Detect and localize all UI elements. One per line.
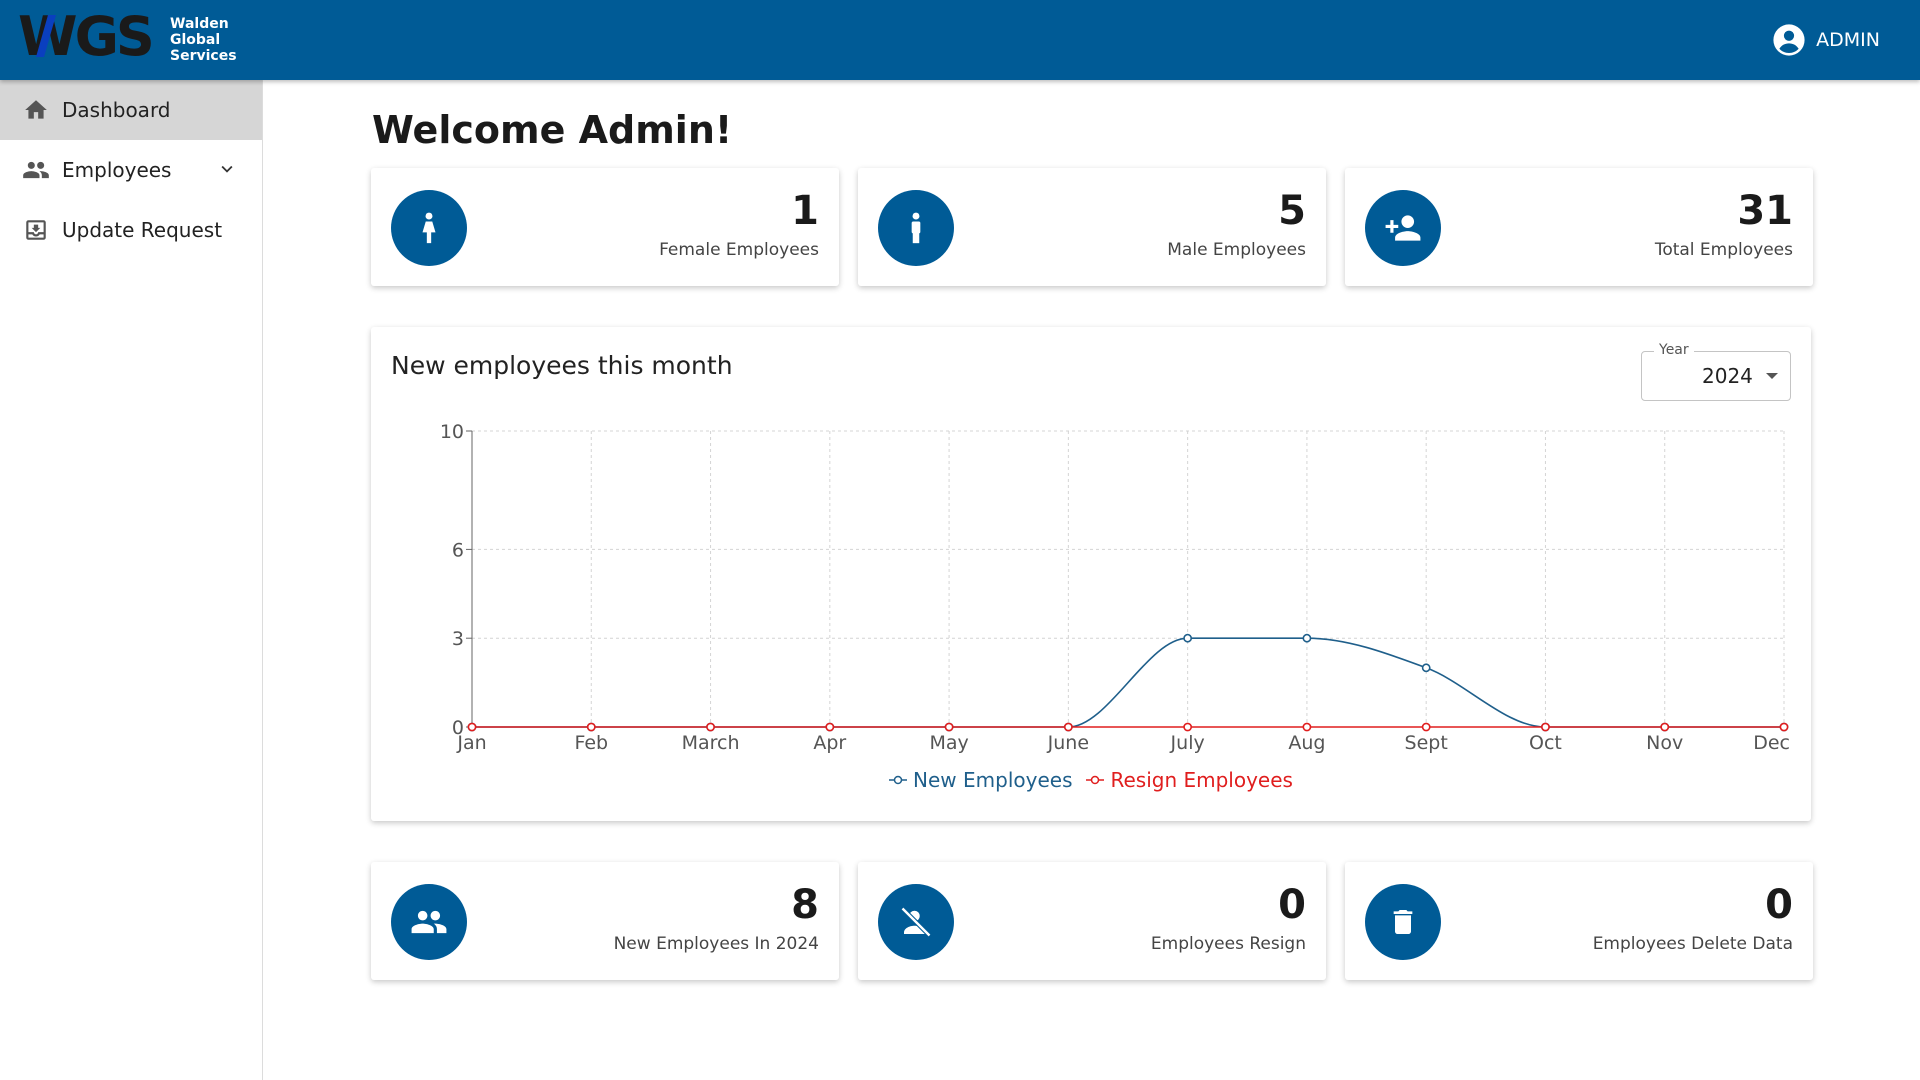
data-point: [1183, 633, 1193, 643]
stat-card-delete: 0 Employees Delete Data: [1345, 862, 1813, 980]
sidebar-item-label: Dashboard: [62, 98, 171, 122]
x-tick-label: Feb: [574, 732, 608, 754]
stat-value: 31: [1737, 188, 1793, 234]
x-tick-label: June: [1047, 732, 1089, 754]
x-tick-label: Aug: [1288, 732, 1325, 754]
data-point: [1421, 663, 1431, 673]
sidebar: Dashboard Employees Update Request: [0, 80, 263, 1080]
legend-label: New Employees: [913, 768, 1073, 792]
data-point: [1302, 722, 1312, 732]
logo-sub-line: Walden: [170, 16, 229, 32]
data-point: [1183, 722, 1193, 732]
data-point: [944, 722, 954, 732]
logo-subtitle: Walden Global Services: [170, 16, 237, 64]
download-box-icon: [22, 216, 50, 244]
x-tick-label: March: [682, 732, 740, 754]
legend-item-new-employees[interactable]: New Employees: [889, 768, 1072, 792]
stat-card-total: 31 Total Employees: [1345, 168, 1813, 286]
y-tick-label: 3: [452, 628, 464, 650]
data-point: [1541, 722, 1550, 732]
logo-sub-line: Global: [170, 32, 221, 48]
series-line: [472, 637, 1784, 728]
x-tick-label: Oct: [1529, 732, 1562, 754]
legend-item-resign-employees[interactable]: Resign Employees: [1086, 768, 1293, 792]
stat-value: 0: [1765, 882, 1793, 928]
data-point: [467, 722, 477, 732]
account-circle-icon: [1773, 24, 1805, 56]
new-employees-chart-card: New employees this month Year 2024 0 3 6 10…: [371, 327, 1811, 821]
y-tick-label: 10: [440, 421, 464, 443]
stat-label: Male Employees: [1167, 240, 1306, 260]
stat-card-female: 1 Female Employees: [371, 168, 839, 286]
logo-mark: WGS: [18, 5, 158, 73]
x-tick-label: Apr: [813, 732, 846, 754]
stat-label: Female Employees: [659, 240, 819, 260]
person-off-icon: [878, 884, 954, 960]
page-title: Welcome Admin!: [372, 108, 733, 152]
stat-card-new-employees: 8 New Employees In 2024: [371, 862, 839, 980]
data-point: [1302, 633, 1312, 643]
line-chart: 03610Jan Feb March Apr May June July Aug Sept Oct…: [440, 421, 1790, 754]
x-tick-label: Sept: [1405, 732, 1448, 754]
sidebar-item-update-request[interactable]: Update Request: [0, 200, 262, 260]
stat-label: Employees Delete Data: [1592, 934, 1793, 954]
person-add-icon: [1365, 190, 1441, 266]
data-point: [1779, 722, 1789, 732]
chart-legend: New Employees Resign Employees: [371, 768, 1811, 792]
top-app-bar: WGS Walden Global Services ADMIN: [0, 0, 1920, 80]
data-point: [586, 722, 596, 732]
legend-marker-icon: [1086, 775, 1105, 785]
legend-label: Resign Employees: [1110, 768, 1293, 792]
stat-label: Employees Resign: [1150, 934, 1306, 954]
y-tick-label: 6: [452, 539, 464, 561]
sidebar-item-employees[interactable]: Employees: [0, 140, 262, 200]
chevron-down-icon[interactable]: [216, 158, 238, 185]
logo-wordmark-icon: WGS: [18, 5, 155, 68]
trash-icon: [1365, 884, 1441, 960]
home-icon: [22, 96, 50, 124]
data-point: [825, 722, 835, 732]
legend-marker-icon: [889, 775, 908, 785]
x-tick-label: May: [929, 732, 968, 754]
female-icon: [391, 190, 467, 266]
data-point: [1660, 722, 1670, 732]
stat-value: 5: [1278, 188, 1306, 234]
logo-sub-line: Services: [170, 48, 237, 64]
stat-label: New Employees In 2024: [613, 934, 819, 954]
sidebar-item-label: Employees: [62, 158, 172, 182]
x-tick-label: July: [1170, 732, 1205, 754]
x-tick-label: Nov: [1646, 732, 1683, 754]
stat-card-male: 5 Male Employees: [858, 168, 1326, 286]
sidebar-item-dashboard[interactable]: Dashboard: [0, 80, 262, 140]
group-icon: [391, 884, 467, 960]
x-tick-label: Jan: [456, 732, 486, 754]
user-name-label: ADMIN: [1816, 29, 1880, 51]
stat-card-resign: 0 Employees Resign: [858, 862, 1326, 980]
sidebar-item-label: Update Request: [62, 218, 223, 242]
data-point: [1421, 722, 1431, 732]
data-point: [1063, 722, 1073, 732]
x-tick-label: Dec: [1753, 732, 1790, 754]
user-menu-button[interactable]: ADMIN: [1772, 22, 1880, 58]
wgs-logo[interactable]: WGS Walden Global Services: [18, 5, 237, 68]
stat-value: 0: [1278, 882, 1306, 928]
stat-value: 8: [791, 882, 819, 928]
male-icon: [878, 190, 954, 266]
people-icon: [22, 156, 50, 184]
stat-label: Total Employees: [1654, 240, 1793, 260]
stat-value: 1: [791, 188, 819, 234]
data-point: [706, 722, 715, 732]
